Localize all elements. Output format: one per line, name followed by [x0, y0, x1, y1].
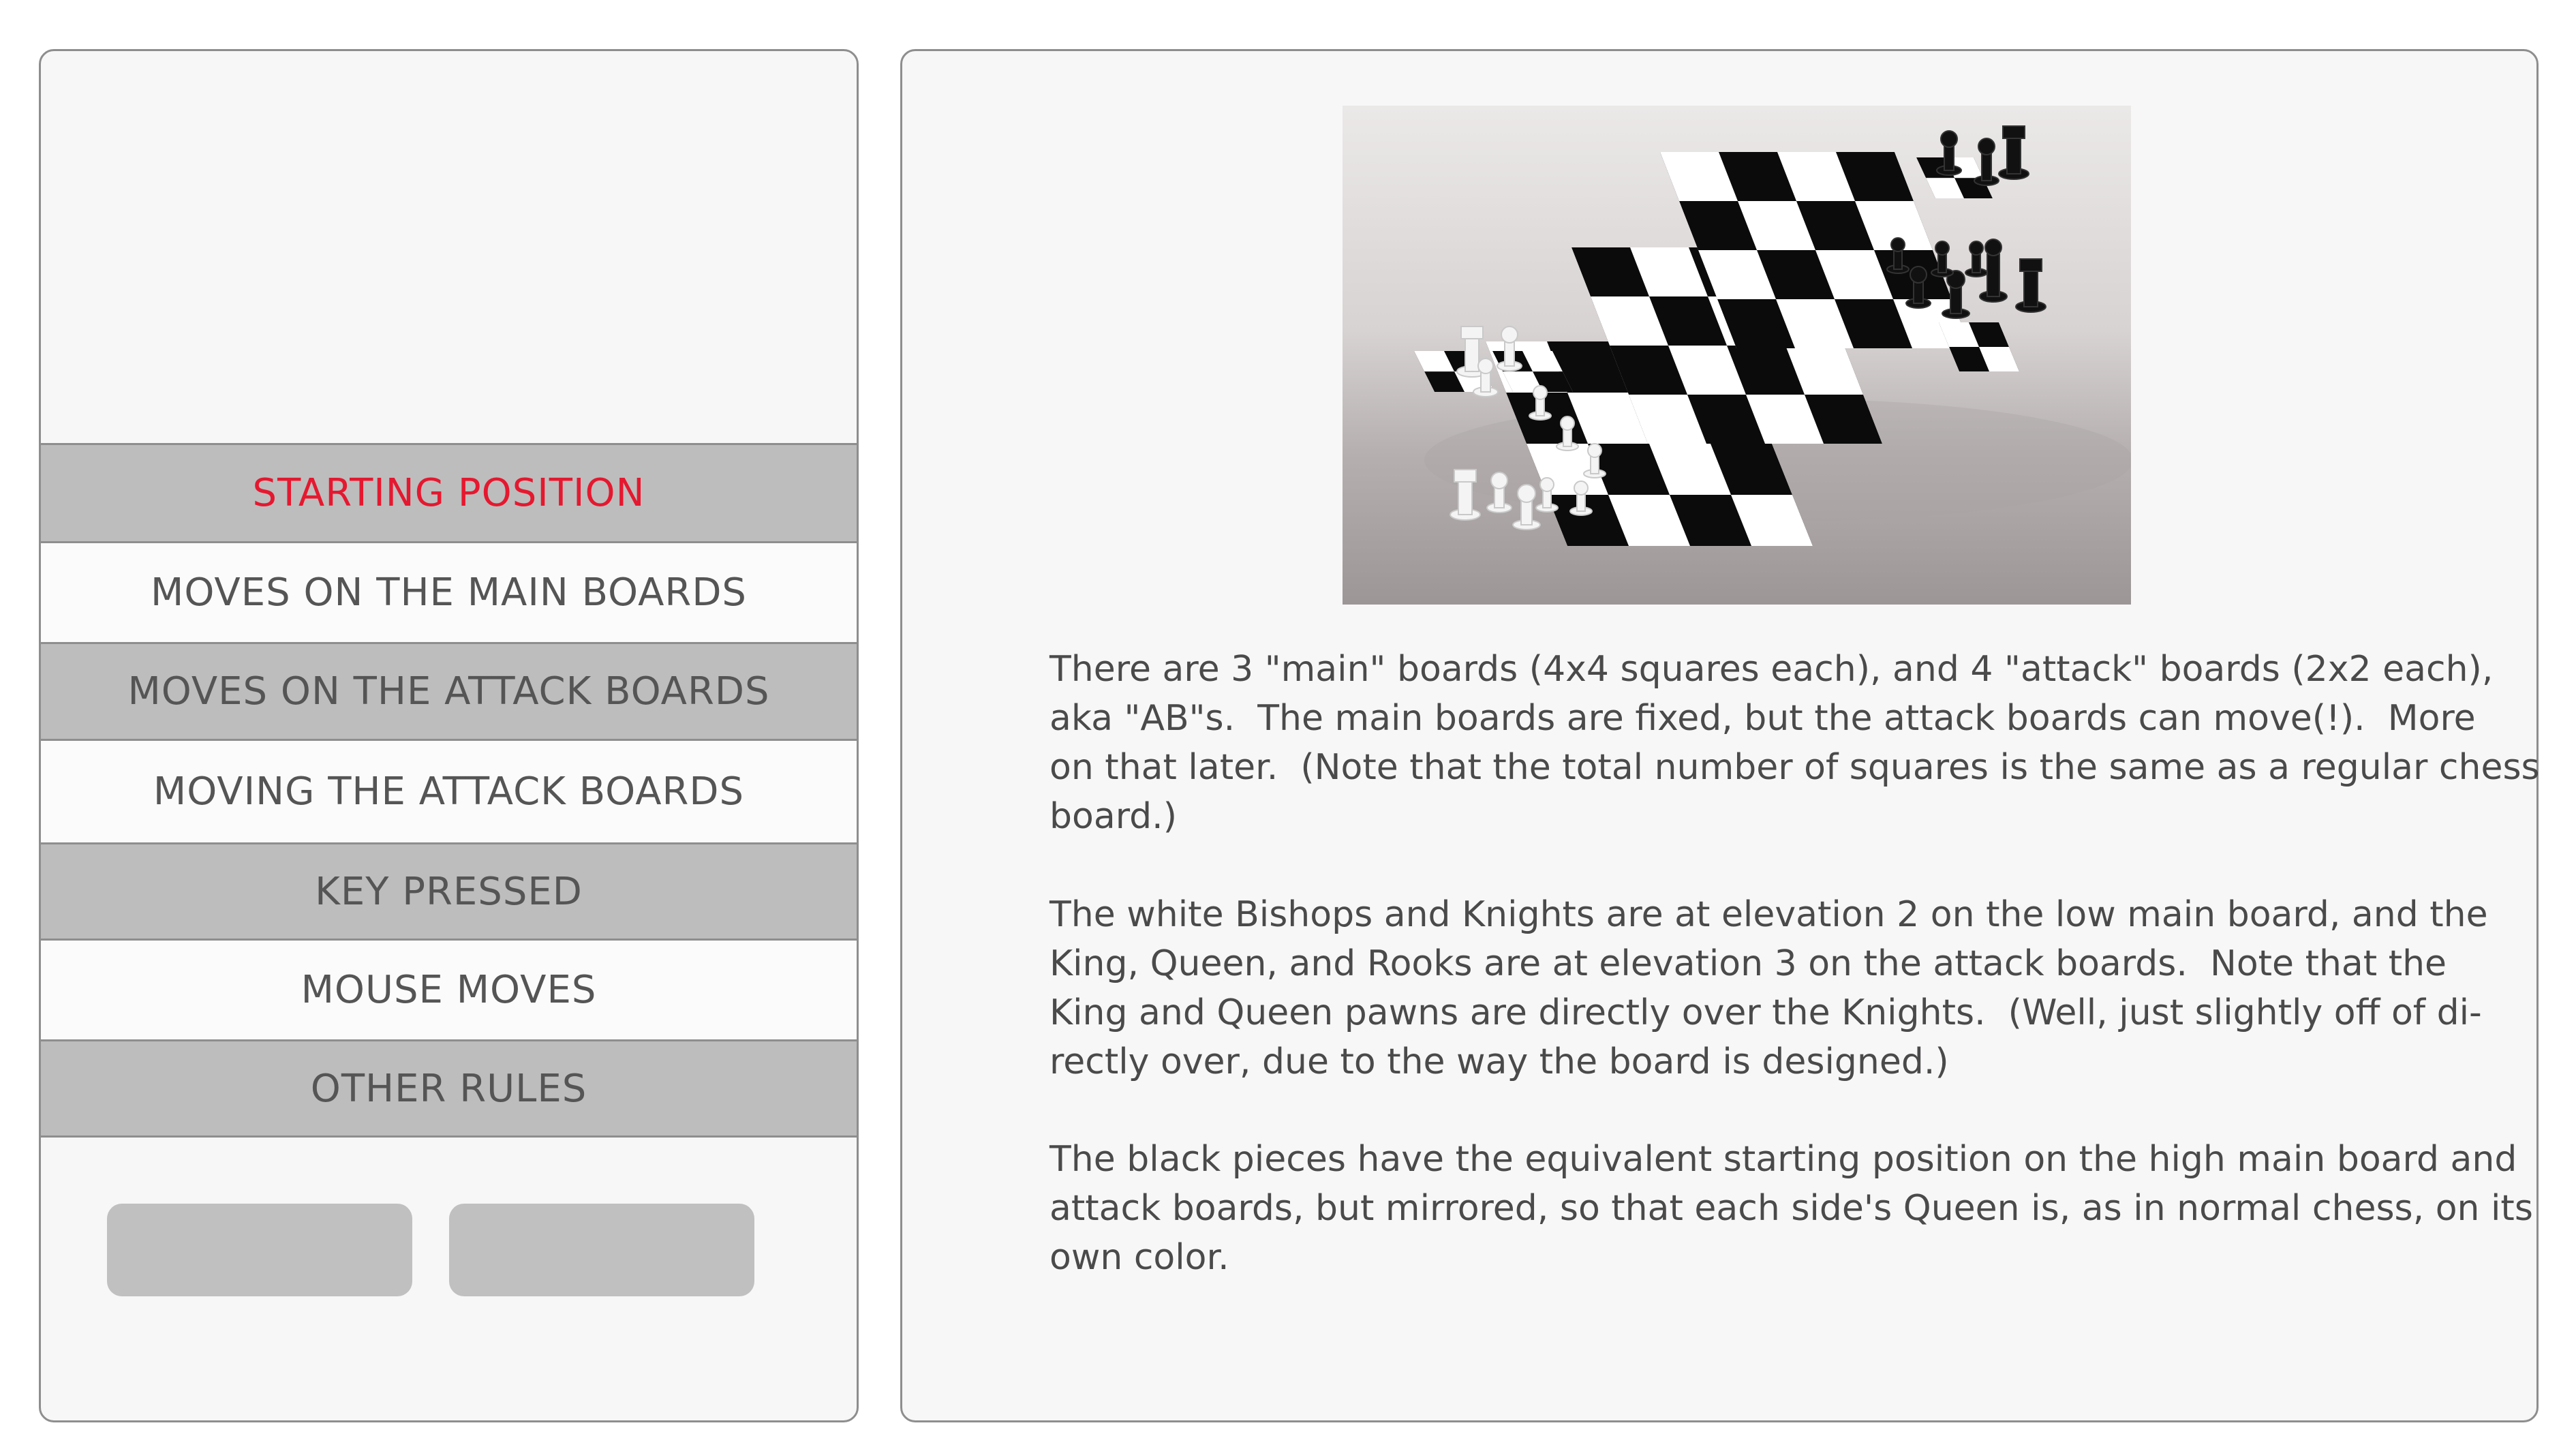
- next-button[interactable]: [449, 1204, 754, 1296]
- previous-button[interactable]: [107, 1204, 412, 1296]
- chess-starting-position-image: [1343, 106, 2131, 605]
- paragraph-black-pieces: The black pieces have the equivalent sta…: [1049, 1135, 2533, 1282]
- menu-item-moves-attack-boards[interactable]: MOVES ON THE ATTACK BOARDS: [41, 642, 857, 739]
- menu-item-key-pressed[interactable]: KEY PRESSED: [41, 842, 857, 939]
- text-line: King and Queen pawns are directly over t…: [1049, 992, 2482, 1033]
- menu-item-label: MOVES ON THE ATTACK BOARDS: [127, 669, 770, 714]
- menu-item-label: MOUSE MOVES: [301, 968, 597, 1012]
- menu-item-starting-position[interactable]: STARTING POSITION: [41, 443, 857, 541]
- menu-item-mouse-moves[interactable]: MOUSE MOVES: [41, 939, 857, 1039]
- text-line: The white Bishops and Knights are at ele…: [1049, 894, 2488, 935]
- text-line: on that later. (Note that the total numb…: [1049, 747, 2540, 788]
- text-line: The black pieces have the equivalent sta…: [1049, 1139, 2517, 1180]
- text-line: There are 3 "main" boards (4x4 squares e…: [1049, 649, 2494, 690]
- menu-item-label: OTHER RULES: [310, 1066, 587, 1111]
- menu-item-label: KEY PRESSED: [315, 869, 583, 914]
- text-line: aka "AB"s. The main boards are fixed, bu…: [1049, 698, 2476, 739]
- menu-divider: [41, 1135, 857, 1138]
- menu-item-label: MOVES ON THE MAIN BOARDS: [151, 570, 747, 615]
- text-line: attack boards, but mirrored, so that eac…: [1049, 1188, 2533, 1229]
- navigation-panel: STARTING POSITION MOVES ON THE MAIN BOAR…: [39, 49, 859, 1422]
- paragraph-boards-overview: There are 3 "main" boards (4x4 squares e…: [1049, 645, 2540, 841]
- text-line: own color.: [1049, 1237, 1229, 1278]
- menu-item-other-rules[interactable]: OTHER RULES: [41, 1039, 857, 1135]
- menu-item-label: STARTING POSITION: [252, 471, 645, 515]
- paragraph-white-pieces: The white Bishops and Knights are at ele…: [1049, 890, 2488, 1086]
- menu-item-moving-attack-boards[interactable]: MOVING THE ATTACK BOARDS: [41, 739, 857, 842]
- menu-item-moves-main-boards[interactable]: MOVES ON THE MAIN BOARDS: [41, 541, 857, 642]
- text-line: King, Queen, and Rooks are at elevation …: [1049, 943, 2447, 984]
- text-line: rectly over, due to the way the board is…: [1049, 1041, 1949, 1082]
- menu-item-label: MOVING THE ATTACK BOARDS: [153, 769, 745, 814]
- text-line: board.): [1049, 796, 1177, 837]
